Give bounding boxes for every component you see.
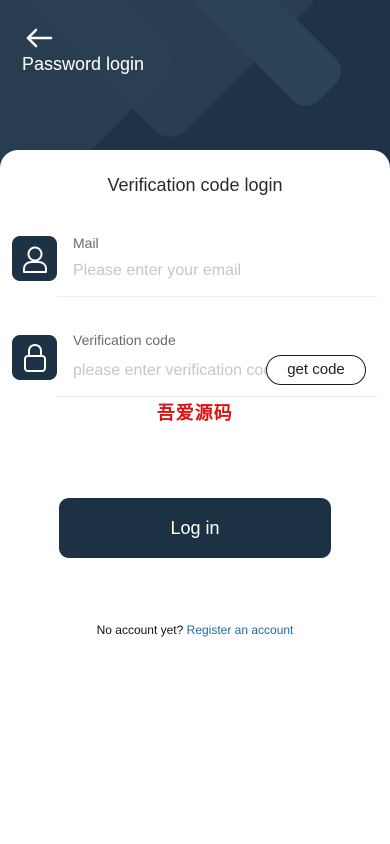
divider (57, 396, 377, 397)
register-prompt-text: No account yet? (96, 623, 184, 637)
login-card: Verification code login Mail Verificatio… (0, 150, 390, 844)
verification-code-field[interactable] (73, 360, 298, 382)
back-button[interactable] (24, 24, 54, 52)
header-banner: Password login (0, 0, 390, 170)
register-link[interactable]: Register an account (187, 623, 294, 637)
lock-icon (12, 335, 57, 380)
email-field[interactable] (73, 260, 373, 282)
mail-label: Mail (73, 235, 99, 251)
page-title: Password login (22, 54, 145, 74)
divider (57, 296, 377, 297)
verification-code-label: Verification code (73, 332, 176, 348)
card-title: Verification code login (107, 175, 283, 195)
user-icon (12, 236, 57, 281)
login-button[interactable]: Log in (59, 498, 331, 558)
watermark-text: 吾爱源码 (157, 403, 233, 424)
register-prompt: No account yet? Register an account (0, 623, 390, 637)
get-code-button[interactable]: get code (266, 355, 366, 385)
